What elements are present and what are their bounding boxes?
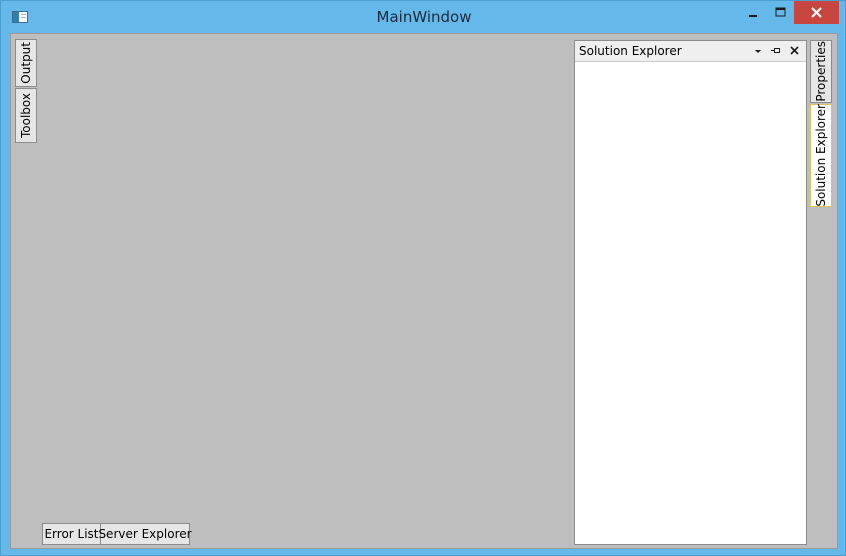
tab-properties-label: Properties (814, 41, 828, 102)
tab-error-list[interactable]: Error List (42, 523, 101, 545)
tab-properties[interactable]: Properties (810, 40, 832, 103)
tab-solution-explorer-label: Solution Explorer (814, 104, 828, 207)
tab-error-list-label: Error List (44, 527, 99, 541)
tab-toolbox-label: Toolbox (19, 93, 33, 138)
main-window: MainWindow Output Toolbox Properties Sol… (0, 0, 846, 556)
tab-toolbox[interactable]: Toolbox (15, 88, 37, 143)
dropdown-icon[interactable] (751, 44, 765, 58)
title-bar[interactable]: MainWindow (1, 1, 846, 33)
panel-content (575, 63, 806, 544)
tab-server-explorer-label: Server Explorer (98, 527, 192, 541)
maximize-icon (775, 7, 786, 17)
panel-title: Solution Explorer (579, 44, 682, 58)
maximize-button[interactable] (766, 1, 794, 24)
minimize-button[interactable] (739, 1, 766, 24)
tab-solution-explorer[interactable]: Solution Explorer (810, 104, 832, 207)
dock-area: Output Toolbox Properties Solution Explo… (10, 33, 838, 549)
minimize-icon (749, 15, 757, 17)
panel-close-icon[interactable] (788, 44, 802, 58)
solution-explorer-panel: Solution Explorer (574, 40, 807, 545)
tab-output-label: Output (19, 42, 33, 84)
tab-output[interactable]: Output (15, 39, 37, 87)
pin-icon[interactable] (769, 44, 783, 58)
close-icon (811, 7, 822, 18)
tab-server-explorer[interactable]: Server Explorer (98, 523, 192, 545)
panel-header: Solution Explorer (575, 41, 806, 62)
window-title: MainWindow (376, 8, 472, 26)
close-button[interactable] (794, 1, 839, 24)
